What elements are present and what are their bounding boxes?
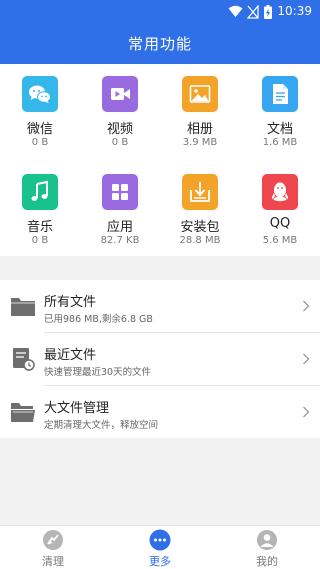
grid-item-size: 0 B [31, 235, 49, 246]
list-item-subtitle: 定期清理大文件，释放空间 [44, 420, 159, 431]
function-grid: 微信 0 B 视频 0 B 相册 3.9 MB 文档 1.6 MB 音乐 0 B… [0, 64, 320, 256]
grid-item-label: 相册 [186, 122, 213, 137]
grid-item-documents[interactable]: 文档 1.6 MB [240, 64, 320, 160]
grid-item-label: 视频 [106, 122, 133, 137]
list-item-recent-files[interactable]: 最近文件 快速管理最近30天的文件 [0, 333, 320, 385]
list-item-title: 所有文件 [44, 295, 97, 310]
signal-icon [247, 5, 259, 19]
grid-item-wechat[interactable]: 微信 0 B [0, 64, 80, 160]
bottom-nav: 清理 更多 我的 [0, 525, 320, 569]
list-item-subtitle: 已用986 MB,剩余6.8 GB [44, 314, 153, 325]
document-icon [262, 76, 298, 112]
more-icon [149, 529, 171, 551]
photo-icon [182, 76, 218, 112]
chevron-right-icon [303, 300, 310, 312]
list-item-title: 最近文件 [44, 348, 97, 363]
grid-item-video[interactable]: 视频 0 B [80, 64, 160, 160]
download-icon [182, 174, 218, 210]
grid-item-size: 28.8 MB [179, 235, 221, 246]
grid-item-size: 82.7 KB [100, 235, 140, 246]
grid-item-size: 5.6 MB [262, 235, 298, 246]
app-header: 常用功能 [0, 24, 320, 64]
folder-icon [11, 298, 35, 316]
grid-item-label: 应用 [106, 220, 133, 235]
wechat-icon [22, 76, 58, 112]
recent-file-icon [13, 348, 35, 371]
nav-tab-label: 我的 [256, 555, 278, 568]
status-time: 10:39 [277, 4, 312, 18]
grid-item-label: 文档 [266, 122, 293, 137]
grid-item-packages[interactable]: 安装包 28.8 MB [160, 162, 240, 258]
file-list: 所有文件 已用986 MB,剩余6.8 GB 最近文件 快速管理最近30天的文件… [0, 280, 320, 438]
grid-item-size: 0 B [111, 137, 129, 148]
status-bar: 10:39 [0, 0, 320, 24]
list-item-subtitle: 快速管理最近30天的文件 [44, 367, 152, 378]
grid-item-qq[interactable]: QQ 5.6 MB [240, 162, 320, 258]
grid-item-size: 0 B [31, 137, 49, 148]
video-icon [102, 76, 138, 112]
nav-tab-clean[interactable]: 清理 [0, 526, 106, 569]
grid-item-apps[interactable]: 应用 82.7 KB [80, 162, 160, 258]
nav-tab-label: 更多 [149, 555, 171, 568]
folder-open-icon [11, 403, 35, 422]
apps-icon [102, 174, 138, 210]
music-icon [22, 174, 58, 210]
nav-tab-more[interactable]: 更多 [107, 526, 213, 569]
page-title: 常用功能 [127, 35, 192, 53]
wifi-icon [228, 5, 243, 17]
battery-charging-icon [264, 5, 272, 19]
list-item-title: 大文件管理 [44, 401, 110, 416]
grid-item-photos[interactable]: 相册 3.9 MB [160, 64, 240, 160]
nav-tab-profile[interactable]: 我的 [214, 526, 320, 569]
qq-icon [262, 174, 298, 210]
grid-item-label: QQ [269, 216, 291, 231]
grid-item-label: 安装包 [180, 220, 220, 235]
profile-icon [257, 530, 277, 550]
grid-item-label: 微信 [26, 122, 53, 137]
list-item-all-files[interactable]: 所有文件 已用986 MB,剩余6.8 GB [0, 280, 320, 332]
grid-item-size: 3.9 MB [182, 137, 218, 148]
chevron-right-icon [303, 406, 310, 418]
grid-item-label: 音乐 [26, 220, 53, 235]
chevron-right-icon [303, 353, 310, 365]
list-item-large-files[interactable]: 大文件管理 定期清理大文件，释放空间 [0, 386, 320, 438]
grid-item-music[interactable]: 音乐 0 B [0, 162, 80, 258]
clean-icon [43, 530, 63, 550]
grid-item-size: 1.6 MB [262, 137, 298, 148]
nav-tab-label: 清理 [42, 555, 64, 568]
